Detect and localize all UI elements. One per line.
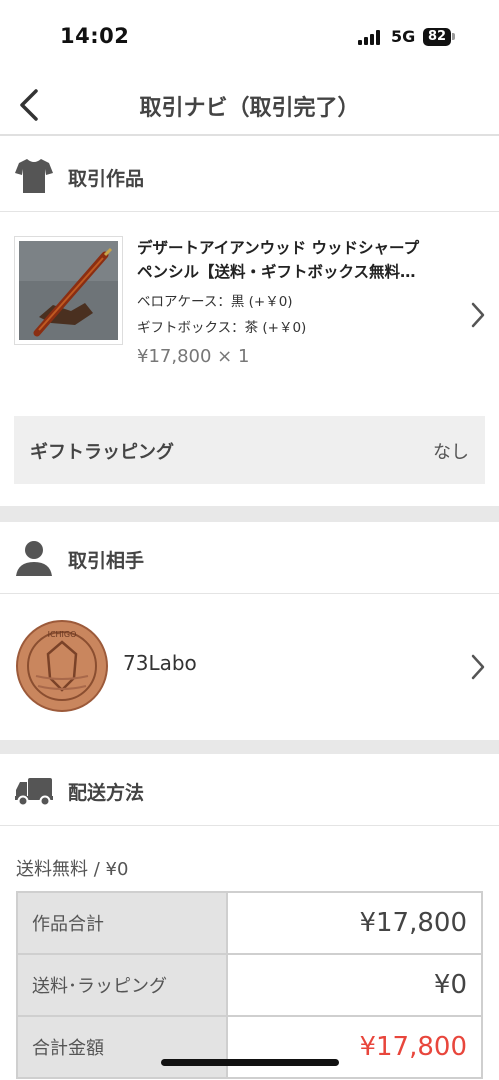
- gift-wrapping-label: ギフトラッピング: [30, 442, 174, 463]
- section-title-partner: 取引相手: [68, 550, 145, 572]
- table-row: 合計金額 ¥17,800: [16, 1015, 483, 1079]
- shipping-fee-value: ¥0: [226, 953, 483, 1017]
- section-header-shipping: 配送方法: [0, 754, 499, 826]
- section-title-product: 取引作品: [68, 168, 145, 190]
- nav-bar: 取引ナビ（取引完了）: [0, 74, 499, 136]
- table-row: 送料･ラッピング ¥0: [16, 953, 483, 1017]
- table-row: 作品合計 ¥17,800: [16, 891, 483, 955]
- battery-tip: [452, 33, 455, 40]
- network-label: 5G: [391, 27, 416, 46]
- product-image: [19, 241, 118, 340]
- tshirt-icon: [15, 159, 53, 193]
- status-bar: 14:02 5G 82: [0, 0, 499, 74]
- section-divider: [0, 740, 499, 754]
- gift-wrapping-row: ギフトラッピング なし: [14, 416, 485, 484]
- shipping-fee-label: 送料･ラッピング: [16, 953, 228, 1017]
- subtotal-value: ¥17,800: [226, 891, 483, 955]
- chevron-right-icon[interactable]: [469, 652, 487, 682]
- avatar-logo-text: ICHIGO: [48, 630, 77, 639]
- shipping-method: 送料無料 / ¥0: [16, 859, 129, 880]
- partner-name[interactable]: 73Labo: [123, 651, 197, 675]
- subtotal-label: 作品合計: [16, 891, 228, 955]
- product-name[interactable]: デザートアイアンウッド ウッドシャープ ペンシル【送料・ギフトボックス無料…: [137, 236, 461, 284]
- total-label: 合計金額: [16, 1015, 228, 1079]
- battery-icon: 82: [423, 28, 451, 46]
- price-summary-table: 作品合計 ¥17,800 送料･ラッピング ¥0 合計金額 ¥17,800: [16, 891, 483, 1079]
- chevron-right-icon[interactable]: [469, 300, 487, 330]
- avatar[interactable]: ICHIGO: [16, 620, 108, 712]
- truck-icon: [15, 778, 53, 807]
- product-name-line2: ペンシル【送料・ギフトボックス無料…: [137, 263, 416, 281]
- product-name-line1: デザートアイアンウッド ウッドシャープ: [137, 239, 420, 257]
- product-option-giftbox: ギフトボックス：茶 (+￥0): [137, 320, 307, 336]
- product-thumbnail[interactable]: [14, 236, 123, 345]
- section-title-shipping: 配送方法: [68, 782, 145, 804]
- section-header-partner: 取引相手: [0, 522, 499, 594]
- person-icon: [16, 541, 52, 576]
- section-header-product: 取引作品: [0, 140, 499, 212]
- gift-wrapping-value: なし: [433, 442, 469, 463]
- section-divider: [0, 506, 499, 522]
- home-indicator[interactable]: [161, 1059, 339, 1066]
- status-time: 14:02: [60, 24, 130, 48]
- product-option-case: ベロアケース：黒 (+￥0): [137, 294, 293, 310]
- product-price: ¥17,800 × 1: [137, 346, 250, 367]
- signal-icon: [358, 30, 382, 45]
- page-title: 取引ナビ（取引完了）: [139, 96, 360, 121]
- total-value: ¥17,800: [226, 1015, 483, 1079]
